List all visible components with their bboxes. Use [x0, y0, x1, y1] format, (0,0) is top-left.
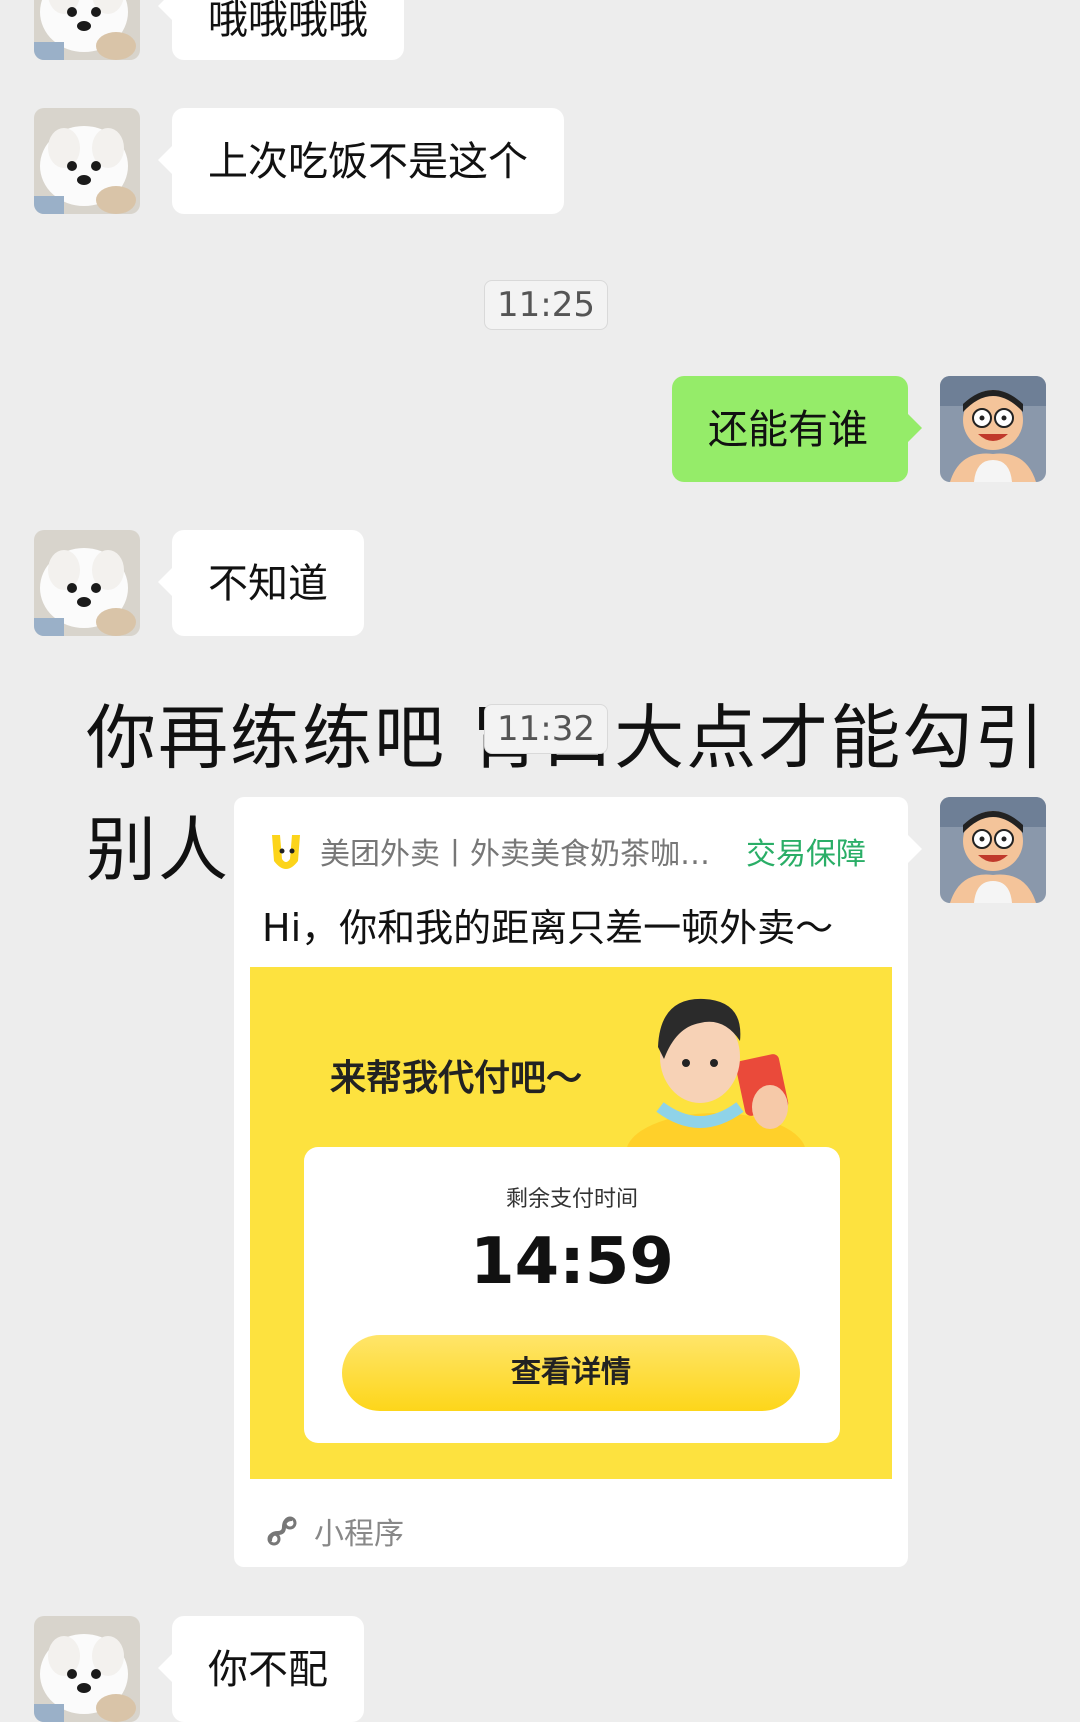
mini-program-link-icon [267, 1516, 297, 1546]
received-message-bubble[interactable]: 你不配 [158, 1616, 364, 1722]
countdown-panel: 剩余支付时间 14:59 查看详情 [304, 1147, 840, 1443]
message-text: 上次吃饭不是这个 [208, 139, 528, 185]
view-details-button[interactable]: 查看详情 [342, 1335, 800, 1411]
message-text: 你不配 [208, 1647, 328, 1693]
received-message-bubble[interactable]: 哦哦哦哦 [158, 0, 404, 60]
meituan-logo-icon [272, 835, 300, 869]
contact-avatar[interactable] [34, 530, 140, 636]
my-avatar[interactable] [940, 797, 1046, 903]
countdown-timer: 14:59 [470, 1225, 674, 1299]
promo-text: 来帮我代付吧～ [330, 1058, 583, 1099]
mini-program-card[interactable]: 美团外卖丨外卖美食奶茶咖啡... 交易保障 Hi，你和我的距离只差一顿外卖～ 来… [234, 797, 922, 1567]
card-footer: 小程序 [264, 1509, 404, 1553]
message-text: 哦哦哦哦 [208, 0, 368, 43]
contact-avatar[interactable] [34, 0, 140, 60]
my-avatar[interactable] [940, 376, 1046, 482]
received-message-bubble[interactable]: 不知道 [158, 530, 364, 636]
timestamp-text: 11:25 [497, 285, 595, 325]
card-source-name: 美团外卖丨外卖美食奶茶咖啡... [320, 837, 738, 872]
trade-guarantee-badge: 交易保障 [746, 837, 866, 872]
card-header: 美团外卖丨外卖美食奶茶咖啡... 交易保障 [264, 829, 884, 873]
contact-avatar[interactable] [34, 1616, 140, 1722]
sent-message-bubble[interactable]: 还能有谁 [672, 376, 922, 482]
person-illustration-icon [626, 998, 806, 1157]
received-message-bubble[interactable]: 上次吃饭不是这个 [158, 108, 564, 214]
timestamp-text: 11:32 [497, 709, 595, 749]
message-text: 还能有谁 [708, 407, 868, 453]
promo-image[interactable]: 来帮我代付吧～ 剩余支付时间 14:59 查看详情 [250, 967, 892, 1479]
caption-line-2: 别人 [86, 809, 230, 891]
countdown-label: 剩余支付时间 [505, 1187, 638, 1212]
card-title: Hi，你和我的距离只差一顿外卖～ [262, 906, 834, 950]
mini-program-label: 小程序 [314, 1517, 404, 1552]
message-text: 不知道 [208, 561, 328, 607]
contact-avatar[interactable] [34, 108, 140, 214]
timestamp: 11:25 [484, 280, 608, 330]
timestamp: 11:32 [484, 704, 608, 754]
